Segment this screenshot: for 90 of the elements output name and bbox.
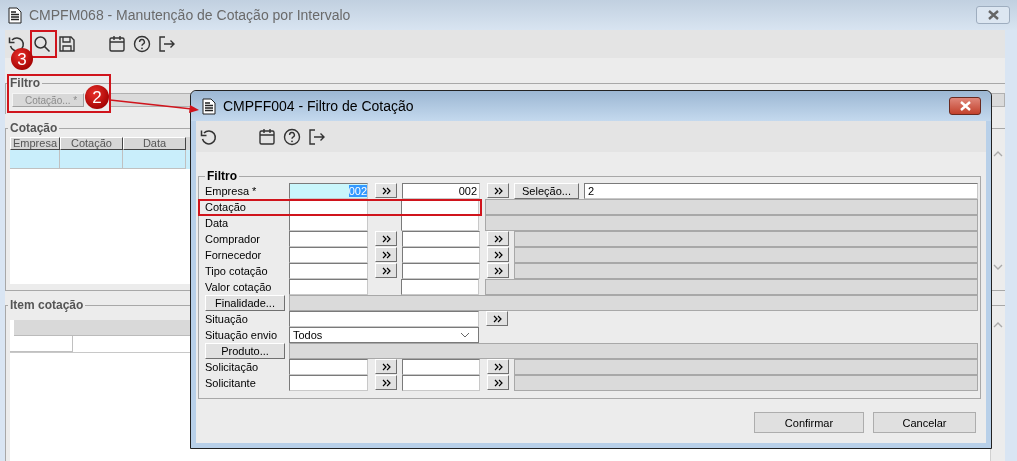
- lookup-button[interactable]: [487, 247, 509, 262]
- group-title: Filtro: [9, 77, 41, 90]
- field-label: Cotação: [205, 200, 247, 215]
- input-field[interactable]: [289, 231, 368, 247]
- input-field[interactable]: [289, 359, 368, 375]
- input-field[interactable]: 002: [402, 183, 480, 199]
- confirm-button[interactable]: Confirmar: [754, 412, 864, 433]
- input-field[interactable]: [289, 311, 479, 327]
- column-header[interactable]: Empresa: [10, 137, 60, 150]
- lookup-button[interactable]: [375, 247, 397, 262]
- calendar-icon[interactable]: [258, 127, 276, 146]
- column-header[interactable]: Cotação: [60, 137, 123, 150]
- field-label: Comprador: [205, 232, 262, 247]
- double-chevron-icon: [492, 314, 502, 323]
- input-field[interactable]: [402, 247, 480, 263]
- field-label: Empresa *: [205, 184, 258, 199]
- field-label: Situação envio: [205, 328, 279, 343]
- double-chevron-icon: [381, 362, 391, 371]
- save-icon[interactable]: [58, 35, 76, 53]
- close-button[interactable]: [976, 6, 1010, 24]
- lookup-button[interactable]: [487, 183, 509, 198]
- input-field[interactable]: [401, 279, 479, 295]
- field-label: Solicitante: [205, 376, 257, 391]
- lookup-button[interactable]: [487, 263, 509, 278]
- field-label: Situação: [205, 312, 249, 327]
- double-chevron-icon: [493, 378, 503, 387]
- exit-icon[interactable]: [158, 35, 176, 53]
- undo-icon[interactable]: [200, 127, 218, 146]
- lookup-button[interactable]: [375, 375, 397, 390]
- close-icon: [986, 10, 1000, 20]
- double-chevron-icon: [381, 186, 391, 195]
- double-chevron-icon: [493, 250, 503, 259]
- input-field[interactable]: [289, 279, 368, 295]
- input-field[interactable]: [402, 231, 480, 247]
- lookup-button[interactable]: [375, 359, 397, 374]
- close-button[interactable]: [949, 97, 981, 115]
- field-label: Valor cotação: [205, 280, 273, 295]
- lookup-dialog-button[interactable]: Finalidade...: [205, 295, 285, 311]
- double-chevron-icon: [493, 266, 503, 275]
- input-field[interactable]: [402, 359, 480, 375]
- lookup-button[interactable]: [487, 375, 509, 390]
- search-icon[interactable]: [33, 35, 51, 53]
- cancel-button[interactable]: Cancelar: [873, 412, 976, 433]
- double-chevron-icon: [381, 378, 391, 387]
- lookup-button[interactable]: [375, 231, 397, 246]
- help-icon[interactable]: [283, 127, 301, 146]
- double-chevron-icon: [381, 234, 391, 243]
- selection-button[interactable]: Seleção...: [514, 183, 579, 199]
- lookup-dialog-button[interactable]: Produto...: [205, 343, 285, 359]
- input-field[interactable]: [402, 375, 480, 391]
- field-label: Data: [205, 216, 230, 231]
- lookup-button[interactable]: [487, 359, 509, 374]
- lookup-button[interactable]: [487, 231, 509, 246]
- dropdown[interactable]: Todos: [289, 327, 479, 343]
- lookup-button[interactable]: [375, 263, 397, 278]
- close-icon: [958, 101, 972, 111]
- group-title: Item cotação: [9, 299, 85, 312]
- table-cell: [10, 150, 60, 169]
- lookup-button[interactable]: [375, 183, 397, 198]
- input-field[interactable]: [402, 263, 480, 279]
- column-header[interactable]: Data: [123, 137, 186, 150]
- document-icon: [8, 6, 22, 24]
- field-label: Fornecedor: [205, 248, 263, 263]
- dropdown-caret-icon: [460, 332, 470, 338]
- group-title: Cotação: [9, 122, 59, 135]
- exit-icon[interactable]: [308, 127, 326, 146]
- double-chevron-icon: [381, 266, 391, 275]
- double-chevron-icon: [493, 362, 503, 371]
- undo-icon[interactable]: [8, 35, 26, 53]
- table-cell: [123, 150, 186, 169]
- highlight-frame: [30, 30, 57, 58]
- input-field[interactable]: 2: [584, 183, 978, 199]
- help-icon[interactable]: [133, 35, 151, 53]
- double-chevron-icon: [381, 250, 391, 259]
- document-icon: [202, 97, 216, 115]
- calendar-icon[interactable]: [108, 35, 126, 53]
- step-badge: 3: [11, 48, 33, 70]
- lookup-button[interactable]: [486, 311, 508, 326]
- step-badge: 2: [85, 85, 109, 109]
- field-label: Solicitação: [205, 360, 260, 375]
- group-title: Filtro: [206, 170, 238, 183]
- field-label: Tipo cotação: [205, 264, 269, 279]
- input-field[interactable]: [289, 247, 368, 263]
- double-chevron-icon: [493, 186, 503, 195]
- dialog-title: CMPFF004 - Filtro de Cotação: [223, 98, 414, 114]
- window-title: CMPFM068 - Manutenção de Cotação por Intervalo: [29, 7, 351, 23]
- input-field[interactable]: [289, 375, 368, 391]
- table-cell: [60, 150, 123, 169]
- double-chevron-icon: [493, 234, 503, 243]
- input-field[interactable]: [289, 263, 368, 279]
